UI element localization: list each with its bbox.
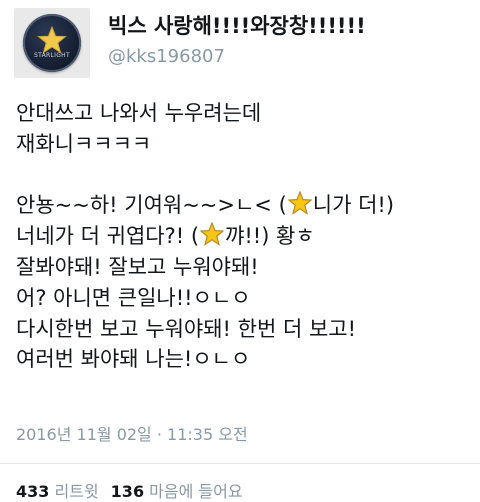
avatar-text: STARLIGHT: [34, 52, 70, 59]
tweet-line-part: 꺄!!) 황ㅎ: [225, 224, 315, 249]
star-emoji-icon: [287, 191, 312, 216]
retweets-count: 433: [16, 482, 50, 501]
starlight-badge-icon: STARLIGHT: [23, 14, 81, 72]
tweet-line: 잘봐야돼! 잘보고 누워야돼!: [16, 254, 259, 279]
likes-count: 136: [110, 482, 145, 501]
tweet-text: 안대쓰고 나와서 누우려는데 재화니ㅋㅋㅋㅋ 안뇽~~하! 기여워~~>ㄴ< (…: [16, 98, 476, 375]
likes-label: 마음에 들어요: [149, 482, 243, 501]
avatar[interactable]: STARLIGHT: [14, 8, 90, 78]
tweet-line-part: 니가 더!): [312, 193, 395, 218]
tweet-line: 어? 아니면 큰일나!!ㅇㄴㅇ: [16, 285, 251, 310]
retweets-label: 리트윗: [54, 482, 99, 501]
display-name[interactable]: 빅스 사랑해!!!!와장창!!!!!!: [108, 10, 366, 40]
tweet-timestamp[interactable]: 2016년 11월 02일 · 11:35 오전: [16, 421, 248, 445]
tweet-line: 여러번 봐야돼 나는!ㅇㄴㅇ: [16, 347, 251, 372]
tweet-line-part: 너네가 더 귀엽다?! (: [16, 224, 200, 249]
likes-stat[interactable]: 136 마음에 들어요: [111, 482, 243, 501]
star-logo-icon: [37, 26, 67, 54]
tweet-stats: 433 리트윗 136 마음에 들어요: [16, 478, 243, 502]
tweet-line: 안뇽~~하! 기여워~~>ㄴ< ( 니가 더!): [16, 190, 476, 221]
tweet-line: 안대쓰고 나와서 누우려는데: [16, 101, 262, 125]
divider: [0, 463, 480, 464]
tweet-line: 다시한번 보고 누워야돼! 한번 더 보고!: [16, 316, 357, 341]
tweet-line: 너네가 더 귀엽다?! ( 꺄!!) 황ㅎ: [16, 221, 476, 252]
retweets-stat[interactable]: 433 리트윗: [16, 482, 99, 501]
user-handle[interactable]: @kks196807: [108, 46, 225, 67]
star-emoji-icon: [200, 222, 225, 247]
tweet-line-part: 안뇽~~하! 기여워~~>ㄴ< (: [16, 193, 287, 218]
tweet-line: 재화니ㅋㅋㅋㅋ: [16, 131, 152, 156]
